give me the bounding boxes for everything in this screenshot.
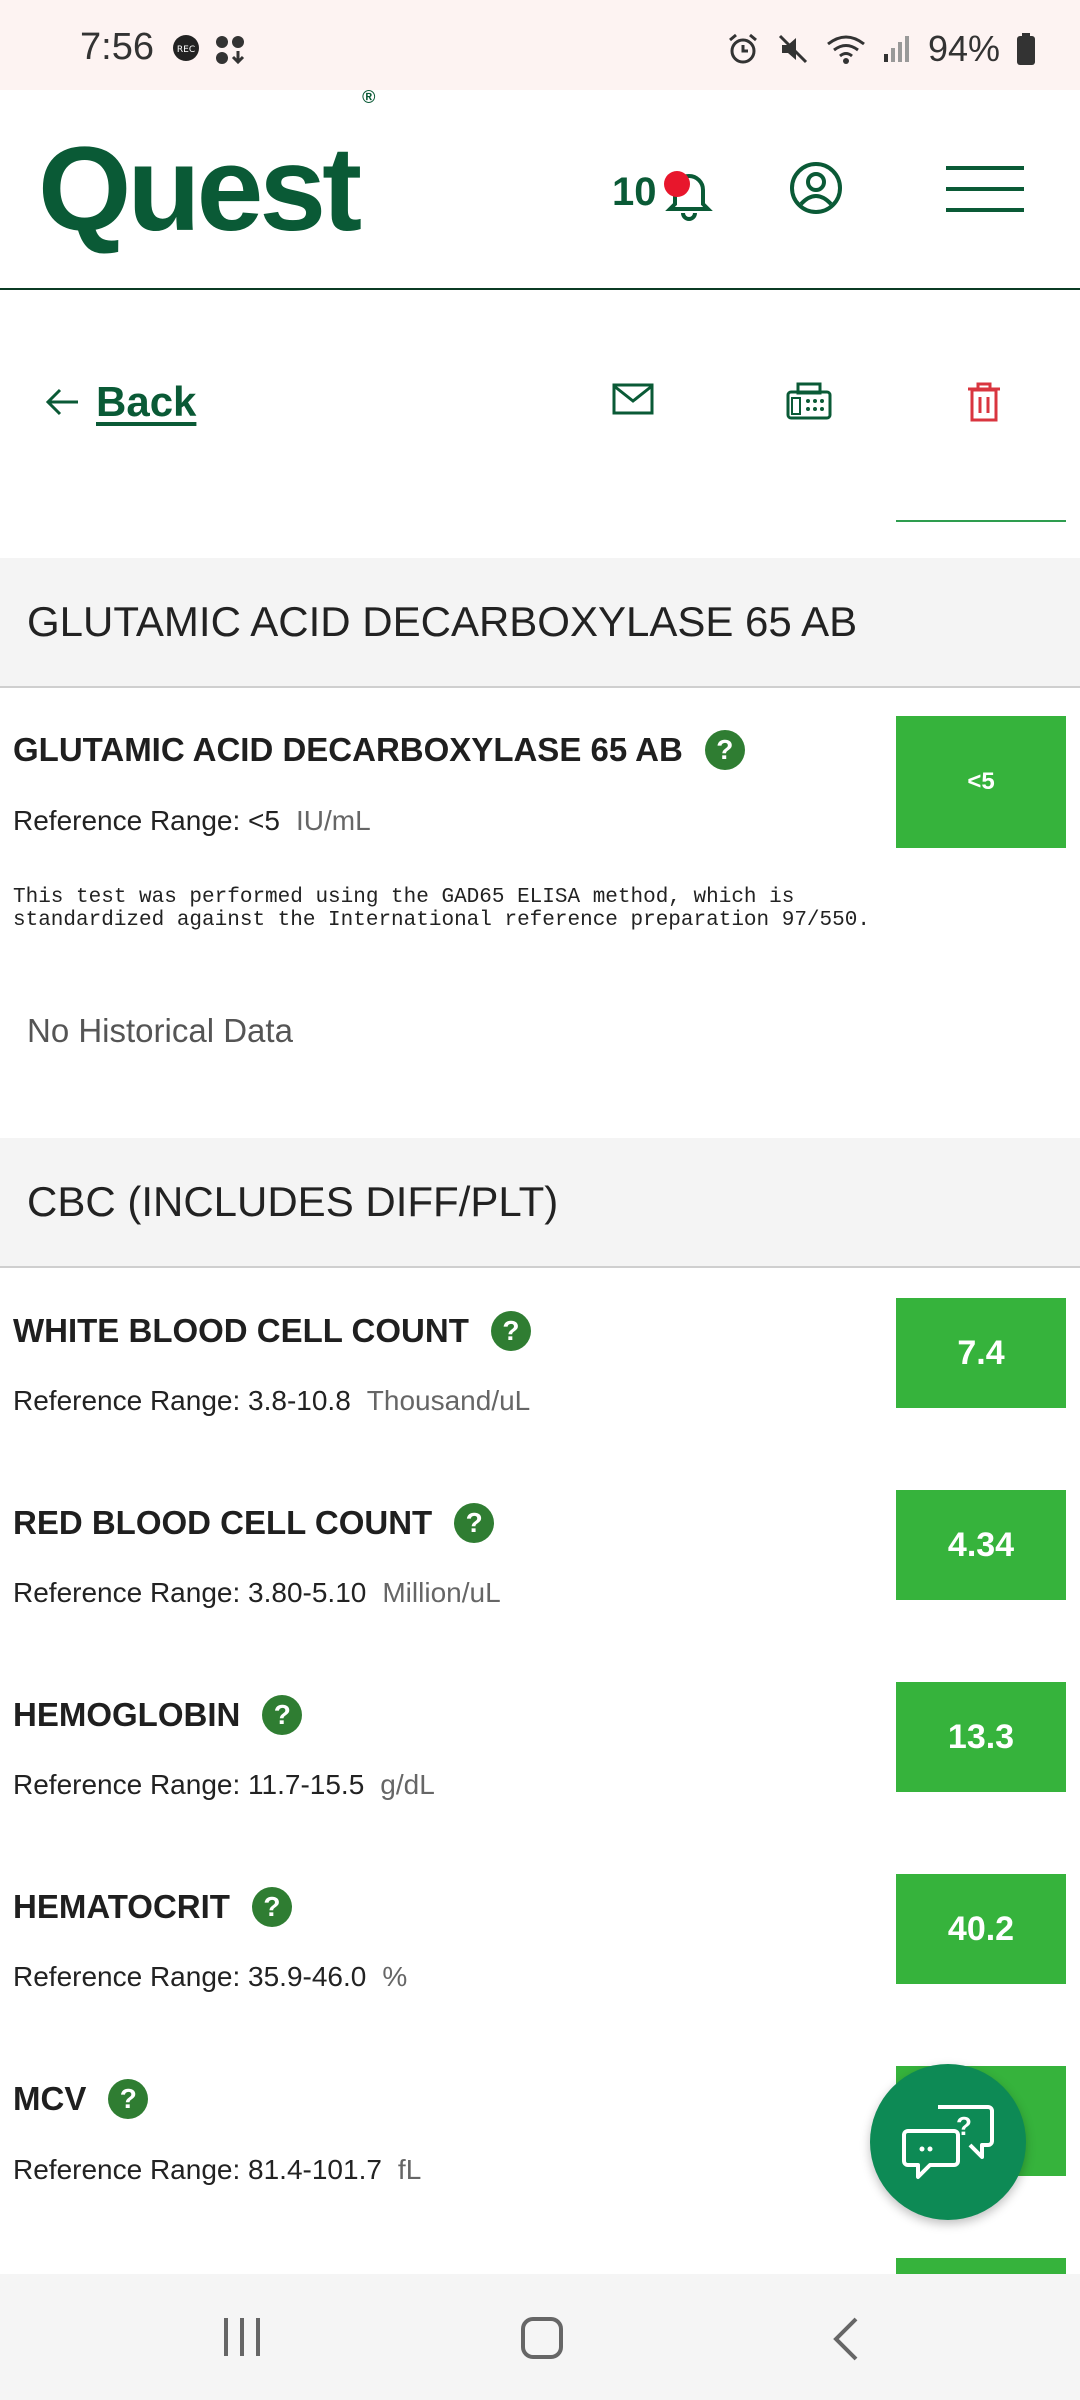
help-icon[interactable]: ? bbox=[262, 1695, 303, 1735]
signal-icon bbox=[883, 36, 909, 62]
result-value[interactable]: 4.34 bbox=[896, 1490, 1066, 1600]
trash-icon bbox=[968, 382, 1000, 422]
back-nav-button[interactable] bbox=[830, 2316, 860, 2367]
notification-count: 10 bbox=[612, 169, 657, 214]
test-note: This test was performed using the GAD65 … bbox=[13, 886, 870, 932]
recents-icon bbox=[224, 2318, 260, 2356]
battery-icon bbox=[1017, 33, 1035, 65]
recent-apps-button[interactable] bbox=[220, 2316, 264, 2363]
test-name: HEMOGLOBIN bbox=[13, 1696, 241, 1733]
wifi-icon bbox=[827, 35, 865, 64]
quest-logo[interactable]: Quest® bbox=[38, 87, 375, 258]
result-value[interactable]: 40.2 bbox=[896, 1874, 1066, 1984]
unit: Thousand/uL bbox=[366, 1385, 531, 1416]
status-time: 7:56 bbox=[80, 26, 154, 68]
notifications-button[interactable]: 10 bbox=[612, 162, 719, 222]
reference-range: Reference Range: 3.8-10.8 Thousand/uL bbox=[13, 1385, 531, 1416]
alarm-icon bbox=[728, 33, 757, 64]
section-header-gad65: GLUTAMIC ACID DECARBOXYLASE 65 AB bbox=[0, 558, 1080, 688]
fax-icon bbox=[786, 382, 832, 420]
history-status: No Historical Data bbox=[27, 1012, 293, 1049]
fax-button[interactable] bbox=[786, 382, 832, 425]
reference-range: Reference Range: <5 IU/mL bbox=[13, 805, 371, 836]
arrow-left-icon bbox=[45, 388, 78, 416]
system-nav-bar bbox=[0, 2274, 1080, 2400]
apps-download-icon bbox=[216, 36, 245, 65]
home-button[interactable] bbox=[520, 2316, 564, 2365]
delete-button[interactable] bbox=[966, 382, 1002, 427]
chat-help-button[interactable]: ? bbox=[870, 2064, 1026, 2220]
profile-button[interactable] bbox=[788, 160, 844, 221]
test-name: RED BLOOD CELL COUNT bbox=[13, 1504, 433, 1541]
result-value[interactable]: 7.4 bbox=[896, 1298, 1066, 1408]
result-value[interactable]: <5 bbox=[896, 716, 1066, 848]
reference-range: Reference Range: 81.4-101.7 fL bbox=[13, 2154, 422, 2185]
help-icon[interactable]: ? bbox=[454, 1503, 495, 1543]
help-icon[interactable]: ? bbox=[108, 2079, 149, 2119]
chat-question-icon: ? bbox=[902, 2105, 994, 2179]
status-bar: 7:56 REC 94% bbox=[0, 0, 1080, 90]
back-label: Back bbox=[96, 378, 197, 425]
rec-icon: REC bbox=[173, 35, 199, 61]
email-button[interactable] bbox=[612, 382, 654, 421]
user-icon bbox=[790, 162, 842, 214]
unit: Million/uL bbox=[382, 1577, 501, 1608]
test-name: GLUTAMIC ACID DECARBOXYLASE 65 AB bbox=[13, 731, 683, 768]
unit: g/dL bbox=[380, 1769, 435, 1800]
bell-icon bbox=[663, 171, 713, 221]
test-name: WHITE BLOOD CELL COUNT bbox=[13, 1312, 469, 1349]
unit: % bbox=[382, 1961, 408, 1992]
chevron-left-icon bbox=[833, 2317, 858, 2361]
active-tab-indicator bbox=[896, 520, 1066, 522]
reference-range: Reference Range: 35.9-46.0% bbox=[13, 1961, 408, 1992]
home-icon bbox=[521, 2317, 563, 2359]
menu-button[interactable] bbox=[946, 164, 1024, 219]
result-value-partial bbox=[896, 2258, 1066, 2274]
svg-text:REC: REC bbox=[177, 45, 195, 55]
help-icon[interactable]: ? bbox=[251, 1887, 292, 1927]
mail-icon bbox=[612, 383, 654, 415]
result-value[interactable]: 13.3 bbox=[896, 1682, 1066, 1792]
back-button[interactable]: Back bbox=[44, 378, 196, 426]
reference-range: Reference Range: 3.80-5.10 Million/uL bbox=[13, 1577, 501, 1608]
action-row: Back bbox=[0, 290, 1080, 522]
unit: IU/mL bbox=[295, 805, 371, 836]
test-name: HEMATOCRIT bbox=[13, 1888, 230, 1925]
help-icon[interactable]: ? bbox=[704, 730, 745, 770]
hamburger-icon bbox=[946, 166, 1024, 212]
section-header-cbc: CBC (INCLUDES DIFF/PLT) bbox=[0, 1138, 1080, 1268]
battery-percent: 94% bbox=[927, 28, 1000, 69]
unit: fL bbox=[397, 2154, 422, 2185]
app-header: Quest® 10 bbox=[0, 87, 1080, 290]
help-icon[interactable]: ? bbox=[490, 1311, 531, 1351]
test-name: MCV bbox=[13, 2080, 87, 2117]
reference-range: Reference Range: 11.7-15.5 g/dL bbox=[13, 1769, 435, 1800]
mute-icon bbox=[778, 34, 807, 64]
